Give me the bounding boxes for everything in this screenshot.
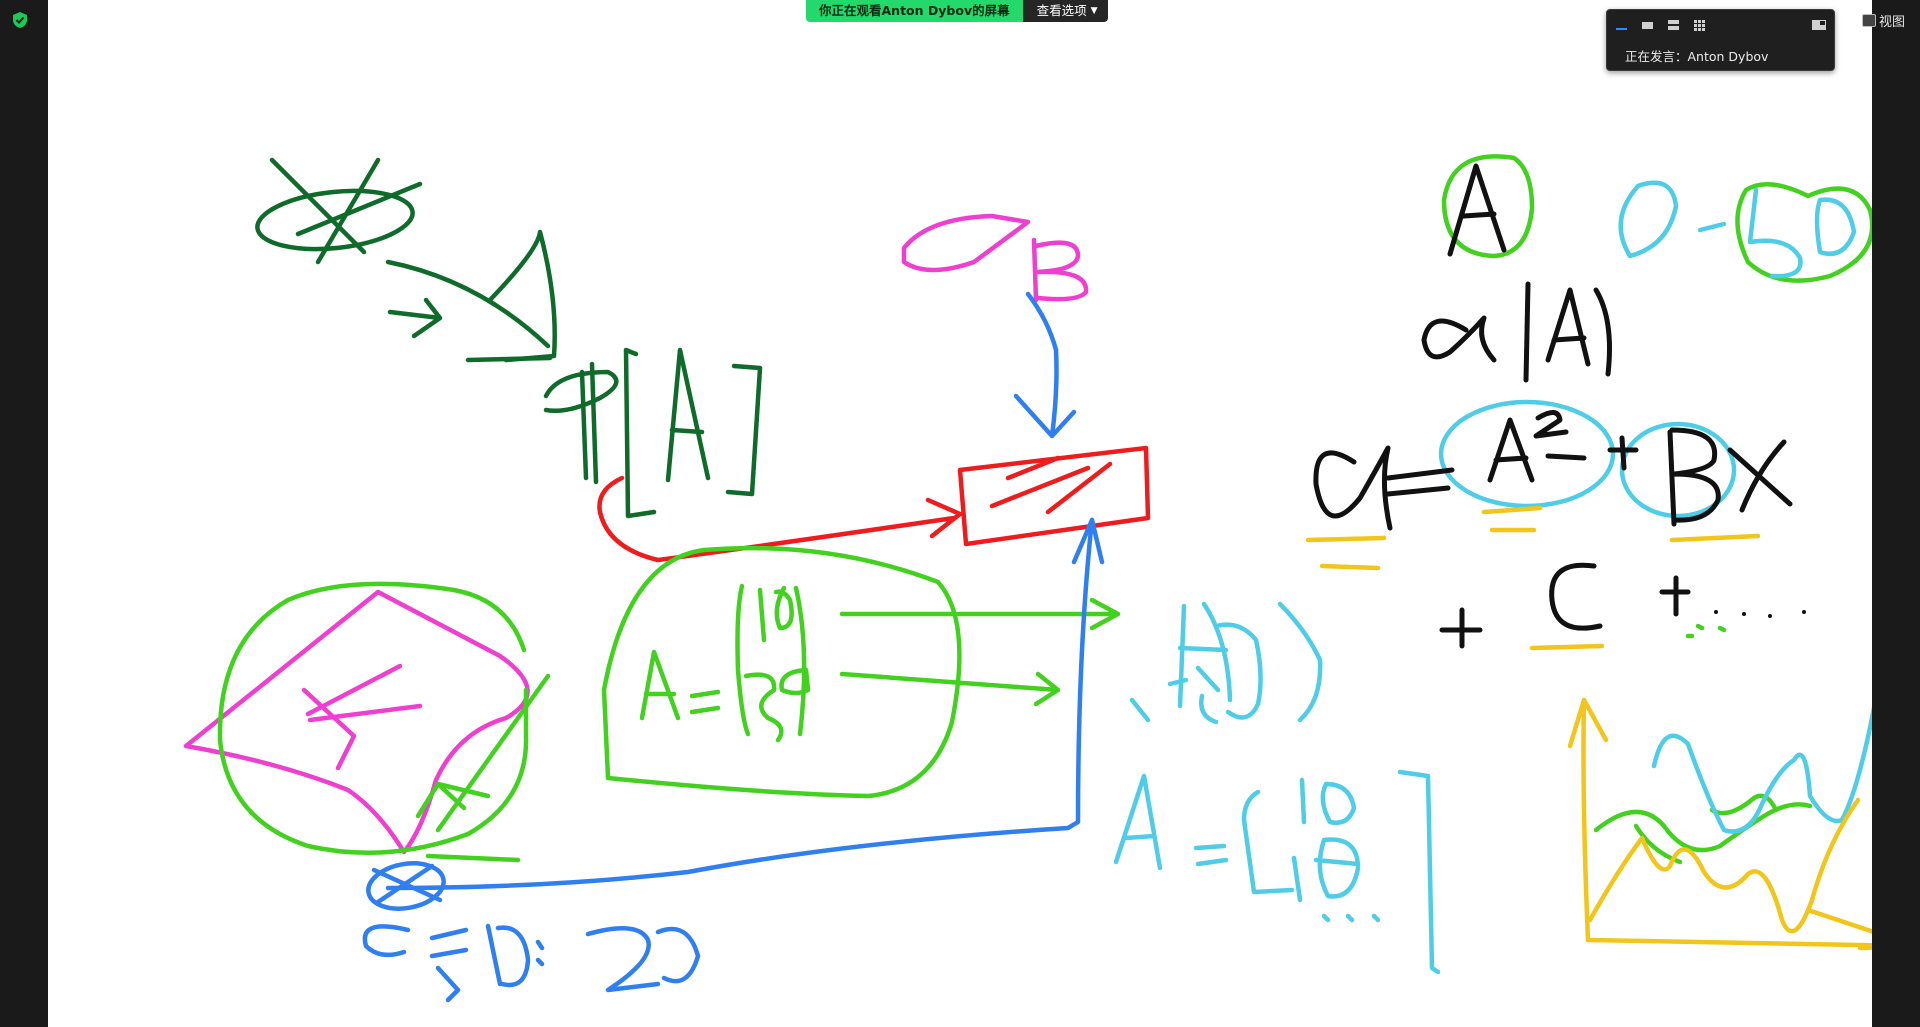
whiteboard-drawing <box>183 154 1872 1003</box>
speaker-view-icon[interactable] <box>1667 19 1681 31</box>
security-shield-icon[interactable] <box>11 11 29 29</box>
share-status-text: 你正在观看Anton Dybov的屏幕 <box>806 0 1023 22</box>
layout-switcher <box>1615 17 1828 33</box>
view-options-label: 查看选项 <box>1036 3 1087 18</box>
active-speaker-name: 正在发言：Anton Dybov <box>1625 49 1769 64</box>
pink-sketch <box>183 213 1089 855</box>
minimize-icon[interactable] <box>1615 19 1629 31</box>
view-button[interactable]: 视图 <box>1858 8 1911 32</box>
view-icon <box>1862 13 1876 27</box>
screen-share-banner: 你正在观看Anton Dybov的屏幕 查看选项 ▼ <box>806 0 1108 22</box>
right-toolbar <box>1872 0 1920 1027</box>
green-sketch <box>217 154 1872 865</box>
cyan-sketch <box>1113 180 1872 975</box>
view-options-button[interactable]: 查看选项 ▼ <box>1022 0 1108 22</box>
view-button-label: 视图 <box>1879 14 1906 30</box>
yellow-sketch <box>1305 505 1872 951</box>
blue-sketch <box>362 291 1105 1003</box>
chevron-down-icon: ▼ <box>1090 6 1098 16</box>
shared-screen-whiteboard <box>48 0 1872 1027</box>
gallery-view-icon[interactable] <box>1693 19 1707 31</box>
black-dots <box>1714 610 1806 618</box>
thumbnail-view-icon[interactable] <box>1641 19 1655 31</box>
active-speaker-panel[interactable]: 正在发言：Anton Dybov <box>1606 9 1835 71</box>
red-sketch <box>597 445 1151 563</box>
side-by-side-icon[interactable] <box>1811 19 1827 31</box>
dark-green-sketch <box>255 157 763 519</box>
left-toolbar <box>0 0 48 1027</box>
